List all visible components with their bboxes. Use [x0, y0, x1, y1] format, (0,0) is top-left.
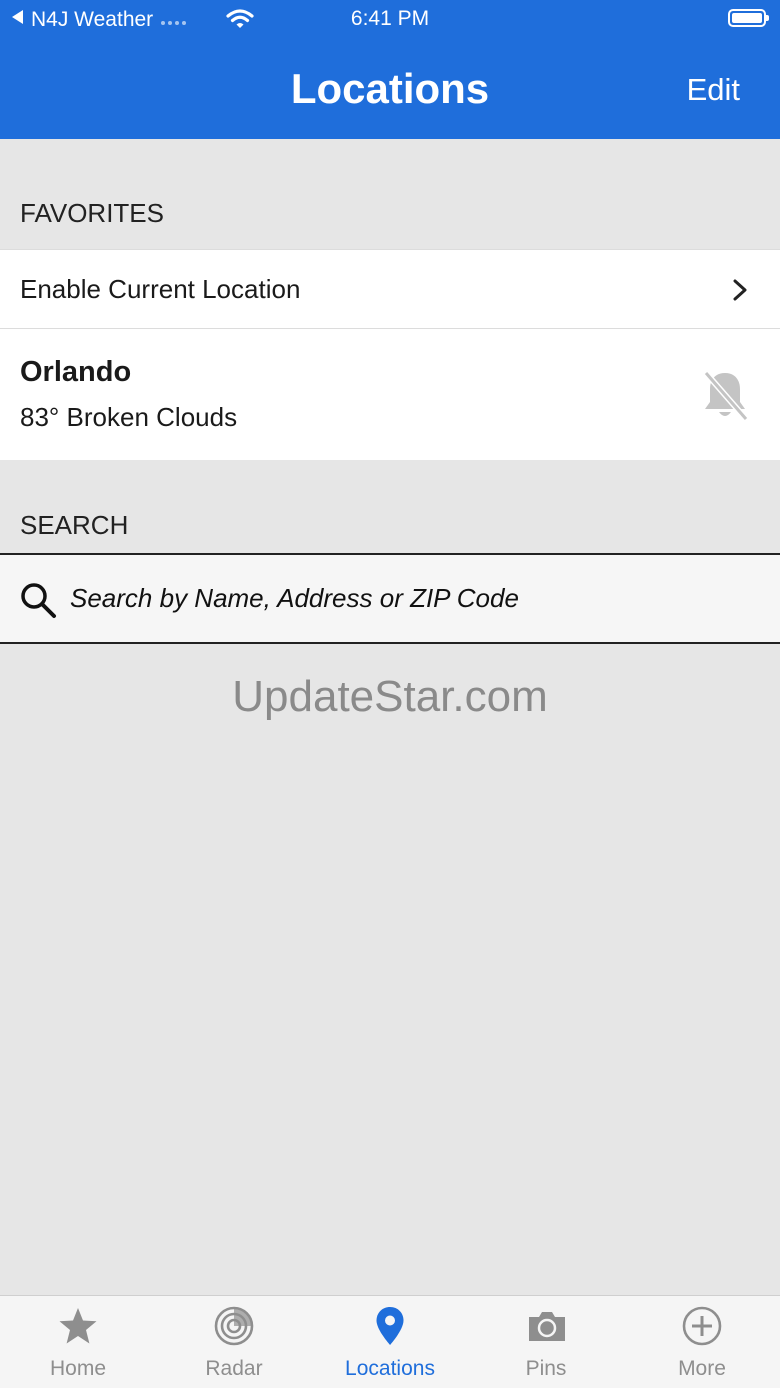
favorites-header: FAVORITES [20, 198, 164, 228]
search-icon [21, 583, 56, 618]
top-bar: N4J Weather 6:41 PM Locations Edit [0, 0, 780, 139]
search-input[interactable] [70, 577, 730, 619]
camera-icon [529, 1312, 565, 1341]
enable-current-location-row[interactable]: Enable Current Location [0, 249, 780, 328]
tab-home-label: Home [49, 1357, 107, 1380]
location-pin-icon [376, 1307, 404, 1345]
location-name: Orlando [20, 356, 132, 388]
status-time: 6:41 PM [350, 7, 430, 30]
plus-circle-icon [682, 1306, 722, 1346]
search-bar[interactable] [0, 553, 780, 644]
edit-button[interactable]: Edit [687, 70, 740, 110]
tab-locations[interactable]: Locations [312, 1296, 468, 1388]
tab-bar: Home Radar Locations Pins More [0, 1295, 780, 1388]
enable-current-location-label: Enable Current Location [20, 274, 301, 304]
page-title: Locations [290, 65, 490, 112]
battery-icon [728, 9, 769, 27]
favorite-location-row[interactable]: Orlando 83° Broken Clouds [0, 328, 780, 460]
radar-icon [214, 1306, 254, 1346]
location-conditions: 83° Broken Clouds [20, 402, 238, 432]
tab-locations-label: Locations [345, 1357, 435, 1380]
status-bar: N4J Weather 6:41 PM [0, 0, 780, 40]
star-icon [59, 1308, 97, 1344]
tab-pins[interactable]: Pins [468, 1296, 624, 1388]
chevron-right-icon [733, 279, 747, 301]
tab-home[interactable]: Home [0, 1296, 156, 1388]
bell-muted-icon[interactable] [700, 369, 750, 423]
tab-pins-label: Pins [525, 1357, 567, 1380]
tab-more-label: More [678, 1357, 726, 1380]
search-header: SEARCH [20, 510, 129, 540]
tab-radar-label: Radar [205, 1357, 263, 1380]
watermark-text: UpdateStar.com [232, 672, 548, 721]
tab-radar[interactable]: Radar [156, 1296, 312, 1388]
tab-more[interactable]: More [624, 1296, 780, 1388]
